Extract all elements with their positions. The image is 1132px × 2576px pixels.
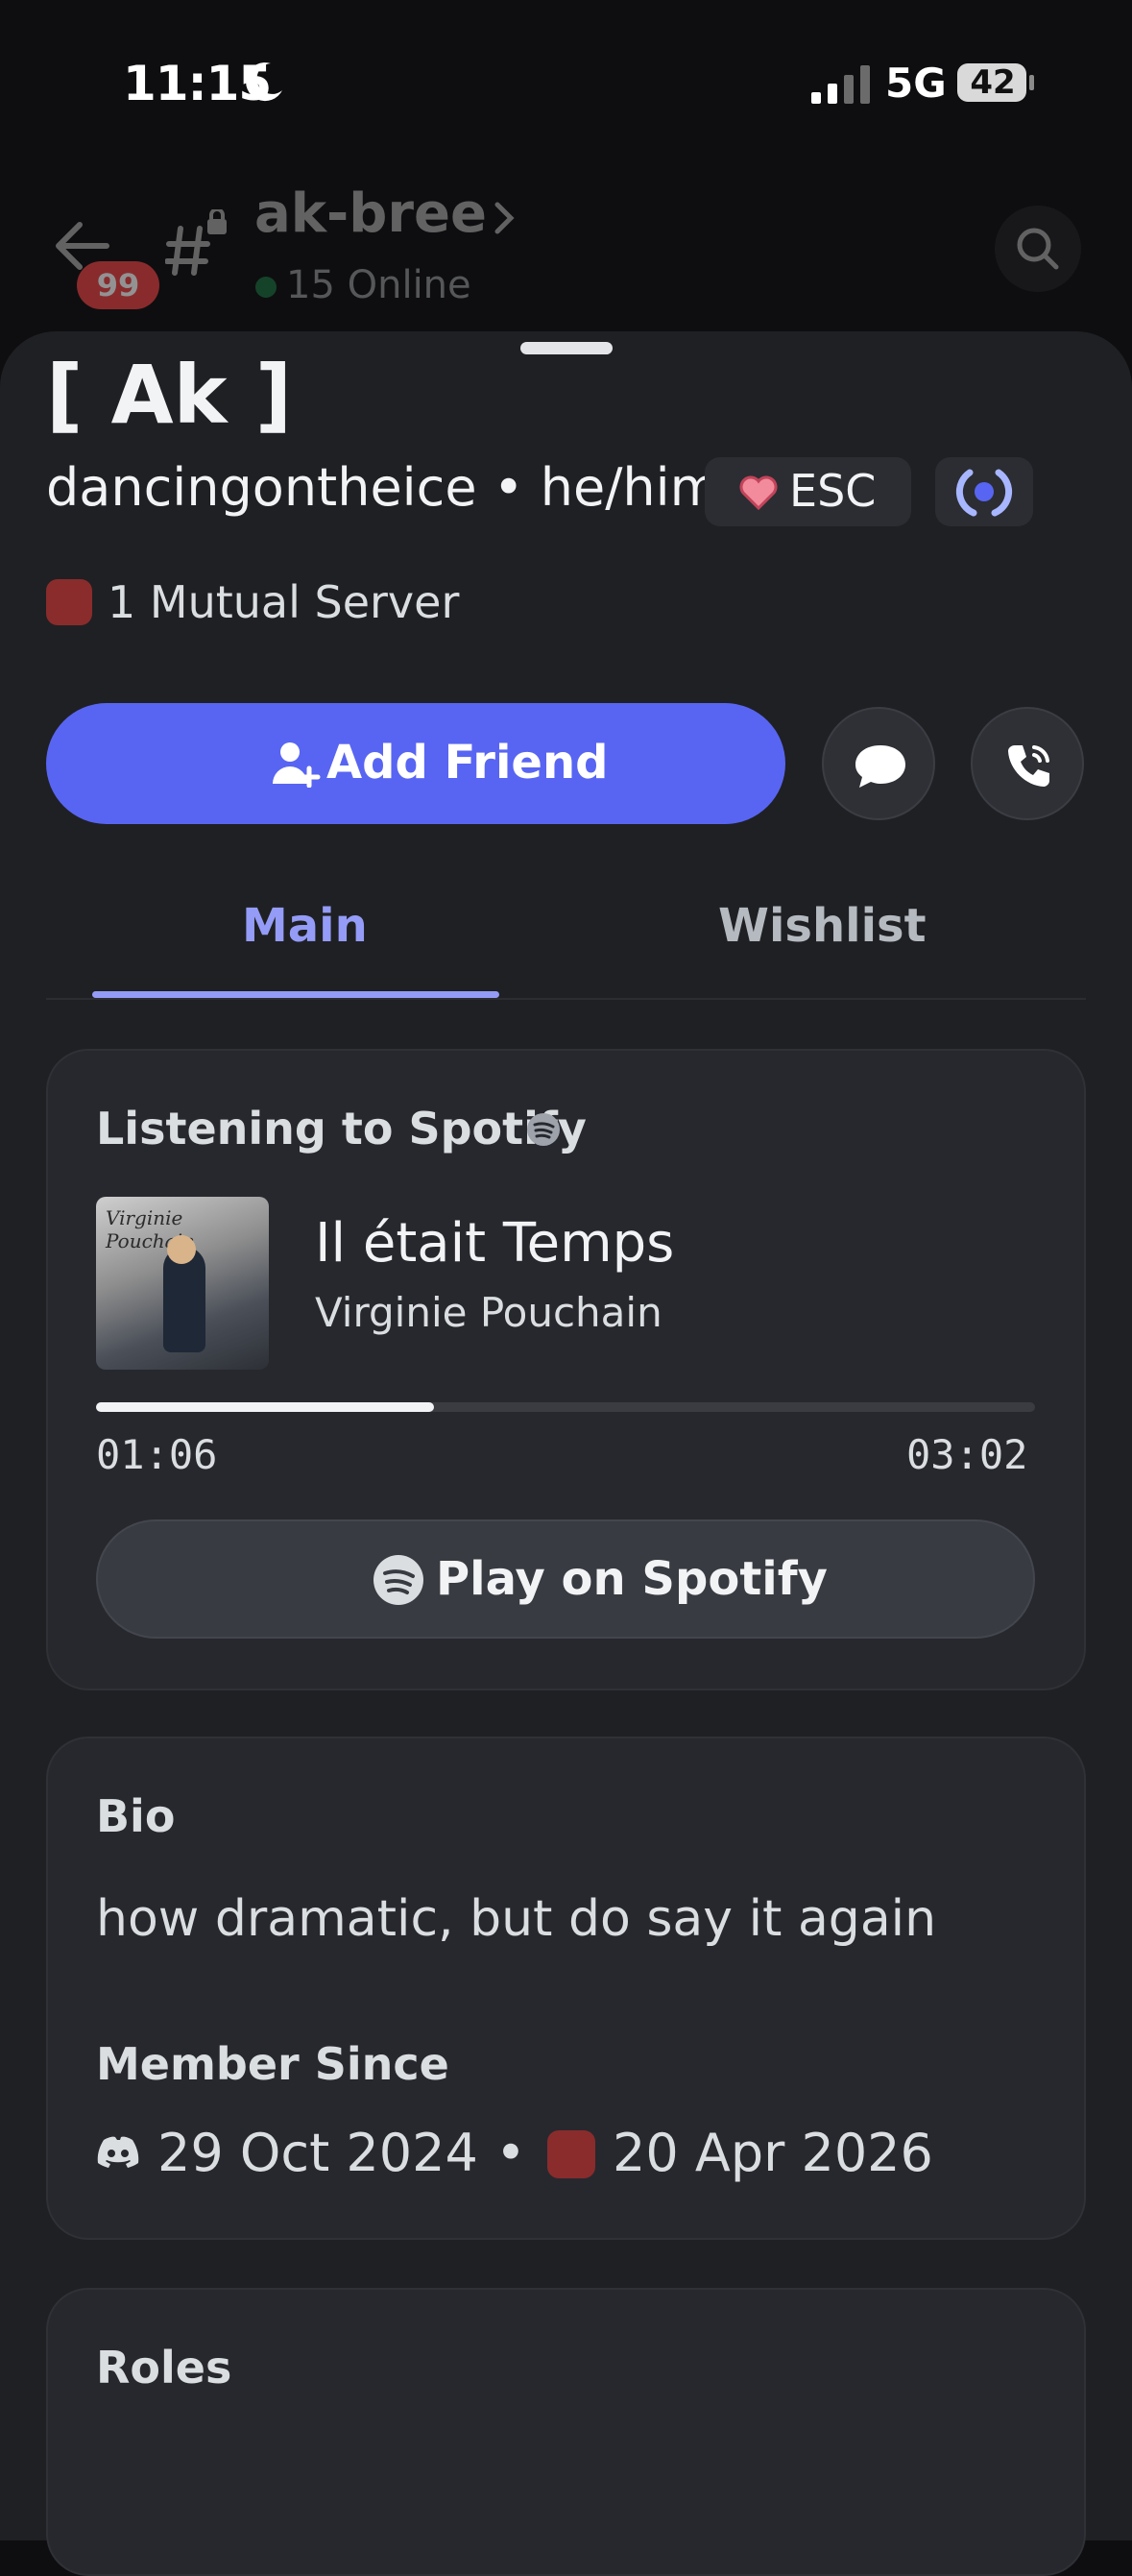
- moon-icon: [246, 62, 282, 102]
- username-pronouns: dancingontheice • he/him: [46, 457, 721, 518]
- time-total: 03:02: [906, 1431, 1028, 1478]
- chevron-right-icon: [494, 202, 515, 234]
- channel-name[interactable]: ak-bree: [254, 182, 487, 245]
- time-elapsed: 01:06: [96, 1431, 218, 1478]
- member-since-heading: Member Since: [96, 2038, 449, 2090]
- mutual-servers[interactable]: 1 Mutual Server: [108, 576, 459, 628]
- pixel-heart-icon: [739, 475, 778, 510]
- tab-active-indicator: [92, 991, 499, 998]
- voice-call-button[interactable]: [971, 707, 1084, 820]
- roles-card: [46, 2288, 1086, 2576]
- online-count: 15 Online: [286, 263, 471, 307]
- bio-heading: Bio: [96, 1790, 176, 1842]
- signal-icon: [811, 65, 870, 104]
- spotify-icon: [527, 1113, 560, 1146]
- server-icon: [547, 2130, 595, 2178]
- sheet-grabber[interactable]: [520, 342, 613, 354]
- discord-member-date: 29 Oct 2024: [157, 2123, 478, 2183]
- message-button[interactable]: [822, 707, 935, 820]
- track-title[interactable]: Il était Temps: [315, 1212, 674, 1275]
- album-figure-head: [167, 1235, 196, 1264]
- server-tag-label: ESC: [789, 465, 877, 517]
- search-button[interactable]: [995, 206, 1081, 292]
- battery-level: 42: [970, 63, 1016, 102]
- play-on-spotify-label: Play on Spotify: [436, 1552, 828, 1606]
- track-progress-bar: [96, 1402, 1035, 1412]
- discord-logo-icon: [97, 2136, 139, 2168]
- message-bubble-icon: [855, 745, 905, 788]
- add-friend-icon: [273, 742, 321, 788]
- spotify-logo-icon: [373, 1555, 423, 1605]
- date-separator: •: [495, 2123, 526, 2183]
- bio-text: how dramatic, but do say it again: [96, 1890, 937, 1948]
- network-label: 5G: [885, 60, 947, 107]
- laurel-badge-icon: [955, 469, 1013, 517]
- server-member-date: 20 Apr 2026: [613, 2123, 933, 2183]
- add-friend-label: Add Friend: [326, 736, 609, 790]
- display-name: [ Ak ]: [46, 348, 293, 442]
- album-cover[interactable]: Virginie Pouchain: [96, 1197, 269, 1370]
- track-artist[interactable]: Virginie Pouchain: [315, 1289, 662, 1336]
- spotify-heading: Listening to Spotify: [96, 1103, 587, 1154]
- tab-divider: [46, 998, 1086, 1000]
- online-dot: [255, 277, 277, 298]
- phone-icon: [1008, 745, 1049, 787]
- track-progress-fill: [96, 1402, 435, 1412]
- server-icon: [46, 579, 92, 625]
- search-icon: [1017, 228, 1059, 270]
- tab-main[interactable]: Main: [242, 899, 368, 953]
- tab-wishlist[interactable]: Wishlist: [718, 899, 927, 953]
- unread-badge: 99: [77, 261, 159, 309]
- roles-heading: Roles: [96, 2342, 232, 2394]
- locked-channel-icon: [165, 209, 227, 276]
